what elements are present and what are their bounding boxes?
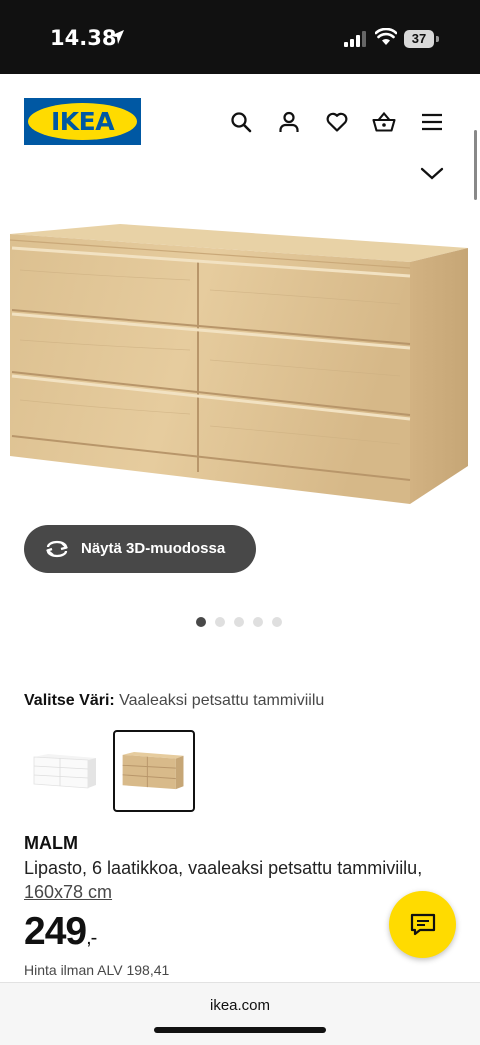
price-without-vat: Hinta ilman ALV 198,41 [24,962,170,978]
product-name: MALM [24,833,78,853]
color-option-oak[interactable] [113,730,195,812]
product-measurement-link[interactable]: 160x78 cm [24,882,112,902]
price-suffix: ,- [86,927,97,949]
selected-color-name: Vaaleaksi petsattu tammiviilu [119,692,325,709]
carousel-dot[interactable] [215,617,225,627]
price-integer: 249 [24,910,87,953]
color-option-white[interactable] [26,730,108,812]
home-indicator[interactable] [154,1027,326,1033]
status-bar: 14.38 37 [0,0,480,74]
view-3d-button[interactable]: Näytä 3D-muodossa [24,525,256,573]
browser-url[interactable]: ikea.com [0,997,480,1014]
carousel-dot[interactable] [272,617,282,627]
product-type: Lipasto, 6 laatikkoa, vaaleaksi petsattu… [24,858,423,878]
color-label: Valitse Väri: [24,692,115,709]
search-icon[interactable] [229,110,253,134]
chevron-down-icon[interactable] [420,164,444,184]
rotate-3d-icon [46,540,68,558]
account-icon[interactable] [277,110,301,134]
color-selection-label: Valitse Väri: Vaaleaksi petsattu tammivi… [24,692,324,710]
product-image[interactable] [0,200,480,520]
cellular-signal-icon [344,31,366,47]
logo-text: IKEA [50,107,115,136]
carousel-dot[interactable] [196,617,206,627]
status-time: 14.38 [50,26,117,50]
heart-icon[interactable] [325,110,349,134]
carousel-dot[interactable] [234,617,244,627]
product-price: 249,- [24,910,97,954]
chat-icon [410,913,436,936]
basket-icon[interactable] [372,110,396,134]
chat-button[interactable] [389,891,456,958]
battery-level: 37 [404,30,434,48]
menu-icon[interactable] [420,110,444,134]
ikea-logo[interactable]: IKEA [24,98,141,145]
scrollbar[interactable] [474,130,477,200]
location-arrow-icon [110,30,124,44]
battery-tip [436,36,439,42]
view-3d-label: Näytä 3D-muodossa [81,540,226,557]
carousel-dot[interactable] [253,617,263,627]
product-description: Lipasto, 6 laatikkoa, vaaleaksi petsattu… [24,856,424,904]
wifi-icon [375,28,397,45]
